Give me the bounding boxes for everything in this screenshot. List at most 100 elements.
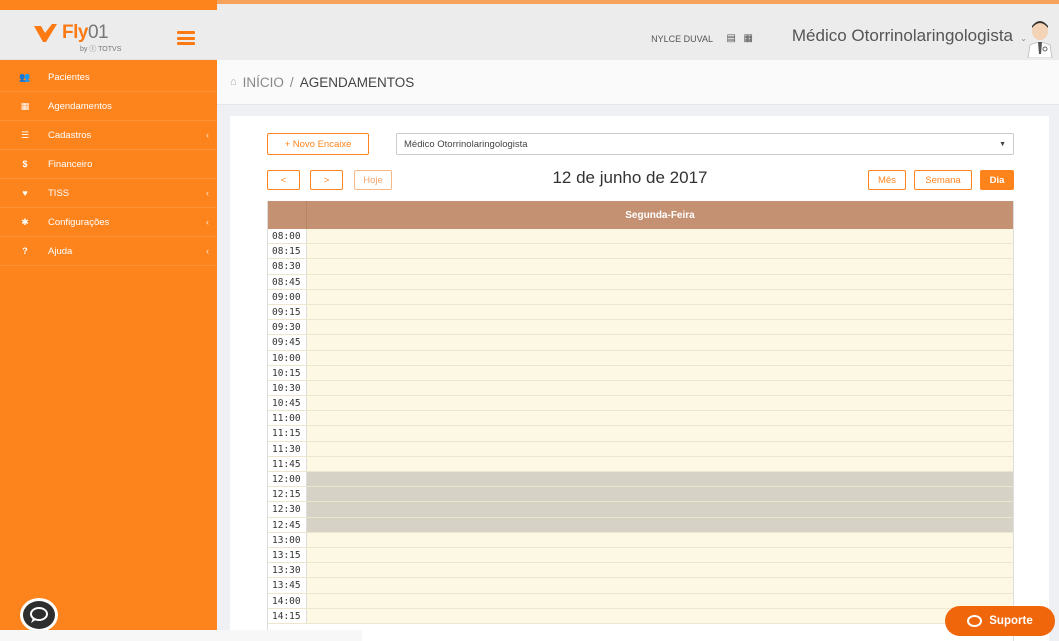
time-slot[interactable] xyxy=(307,350,1013,365)
time-label: 12:15 xyxy=(268,487,307,502)
breadcrumb: ⌂ INÍCIO / AGENDAMENTOS xyxy=(217,60,1059,105)
time-slot[interactable] xyxy=(307,396,1013,411)
time-label: 10:30 xyxy=(268,380,307,396)
chevron-left-icon: ‹ xyxy=(206,130,209,140)
time-slot[interactable] xyxy=(307,411,1013,426)
time-gutter-header xyxy=(268,201,307,229)
id-card-icon[interactable]: ▤ xyxy=(727,33,736,44)
time-slot[interactable] xyxy=(307,426,1013,441)
avatar[interactable] xyxy=(1025,18,1055,58)
dollar-icon: $ xyxy=(22,159,28,169)
sidebar-item-tiss[interactable]: ♥ TISS ‹ xyxy=(0,179,217,208)
chat-icon[interactable] xyxy=(20,598,58,632)
time-slot[interactable] xyxy=(307,593,1013,608)
grid-icon[interactable]: ▦ xyxy=(744,33,753,44)
breadcrumb-home[interactable]: INÍCIO xyxy=(243,75,284,90)
time-label: 09:45 xyxy=(268,335,307,350)
time-label: 10:45 xyxy=(268,396,307,411)
time-slot[interactable] xyxy=(307,274,1013,289)
time-row: 10:30 xyxy=(268,380,1013,397)
profile-selector[interactable]: Médico Otorrinolaringologista xyxy=(792,26,1013,46)
view-month-button[interactable]: Mês xyxy=(868,170,906,190)
sidebar-item-label: Agendamentos xyxy=(48,100,112,112)
time-label: 08:30 xyxy=(268,259,307,274)
new-encaixe-button[interactable]: + Novo Encaixe xyxy=(267,133,369,155)
time-slot[interactable] xyxy=(307,456,1013,471)
time-slot[interactable] xyxy=(307,532,1013,547)
sidebar-item-ajuda[interactable]: ? Ajuda ‹ xyxy=(0,237,217,266)
time-row: 13:45 xyxy=(268,578,1013,594)
time-label: 10:00 xyxy=(268,350,307,365)
time-slot[interactable] xyxy=(307,304,1013,320)
time-row: 14:00 xyxy=(268,593,1013,609)
time-slot[interactable] xyxy=(307,487,1013,502)
time-slot[interactable] xyxy=(307,563,1013,578)
day-calendar: Segunda-Feira 08:00 08:15 08:30 08:45 09:00 0… xyxy=(267,201,1014,641)
list-icon: ☰ xyxy=(20,129,30,140)
time-label: 12:00 xyxy=(268,472,307,487)
time-label: 09:00 xyxy=(268,289,307,304)
next-button[interactable]: > xyxy=(310,170,343,190)
time-row: 13:15 xyxy=(268,547,1013,564)
time-slot[interactable] xyxy=(307,547,1013,563)
view-week-button[interactable]: Semana xyxy=(914,170,972,190)
time-slot[interactable] xyxy=(307,380,1013,396)
breadcrumb-current: AGENDAMENTOS xyxy=(299,74,415,90)
time-label: 12:45 xyxy=(268,517,307,532)
sidebar-item-label: Pacientes xyxy=(48,71,90,83)
time-slot[interactable] xyxy=(307,259,1013,274)
sidebar-item-agendamentos[interactable]: ▦ Agendamentos xyxy=(0,92,217,121)
time-label: 11:45 xyxy=(268,456,307,471)
time-row: 11:00 xyxy=(268,411,1013,427)
time-label: 08:00 xyxy=(268,229,307,244)
time-row: 13:00 xyxy=(268,532,1013,548)
time-row: 12:30 xyxy=(268,502,1013,518)
sidebar-item-financeiro[interactable]: $ Financeiro xyxy=(0,150,217,179)
time-row: 09:45 xyxy=(268,335,1013,351)
day-header: Segunda-Feira xyxy=(307,201,1013,229)
support-button[interactable]: Suporte xyxy=(945,606,1055,636)
date-title: 12 de junho de 2017 xyxy=(552,168,708,187)
sidebar-item-cadastros[interactable]: ☰ Cadastros ‹ xyxy=(0,121,217,150)
doctor-select[interactable]: Médico Otorrinolaringologista ▼ xyxy=(396,133,1014,155)
view-day-button[interactable]: Dia xyxy=(980,170,1014,190)
time-label: 08:15 xyxy=(268,244,307,259)
prev-button[interactable]: < xyxy=(267,170,300,190)
hamburger-menu-icon[interactable] xyxy=(177,31,195,45)
breadcrumb-separator: / xyxy=(289,74,294,90)
time-rows: 08:00 08:15 08:30 08:45 09:00 09:15 09:30 09:45… xyxy=(268,229,1013,624)
time-slot[interactable] xyxy=(307,229,1013,244)
sidebar-item-configuracoes[interactable]: ✱ Configurações ‹ xyxy=(0,208,217,237)
question-icon: ? xyxy=(22,246,28,256)
time-slot[interactable] xyxy=(307,502,1013,517)
time-slot[interactable] xyxy=(307,335,1013,350)
time-label: 14:00 xyxy=(268,593,307,608)
brand-name: Fly01 xyxy=(62,22,109,43)
time-slot[interactable] xyxy=(307,441,1013,456)
brand-logo-icon xyxy=(34,24,57,42)
sidebar-item-label: Cadastros xyxy=(48,129,92,141)
time-label: 10:15 xyxy=(268,365,307,380)
sidebar-item-label: TISS xyxy=(48,187,70,199)
time-row: 12:45 xyxy=(268,517,1013,533)
time-row: 11:30 xyxy=(268,441,1013,457)
home-icon[interactable]: ⌂ xyxy=(230,76,237,88)
time-slot[interactable] xyxy=(307,320,1013,335)
time-slot[interactable] xyxy=(307,578,1013,593)
today-button[interactable]: Hoje xyxy=(354,170,392,190)
time-row: 08:00 xyxy=(268,229,1013,245)
sidebar: Fly01 by ⓣ TOTVS 👥 Pacientes ▦ Agendamentos… xyxy=(0,0,217,641)
time-row: 11:45 xyxy=(268,456,1013,472)
time-slot[interactable] xyxy=(307,365,1013,380)
sidebar-item-pacientes[interactable]: 👥 Pacientes xyxy=(0,63,217,92)
time-row: 12:15 xyxy=(268,487,1013,503)
time-label: 13:30 xyxy=(268,563,307,578)
time-label: 13:15 xyxy=(268,547,307,563)
time-slot[interactable] xyxy=(307,289,1013,304)
time-slot[interactable] xyxy=(307,517,1013,532)
time-slot[interactable] xyxy=(307,472,1013,487)
time-slot[interactable] xyxy=(307,608,1013,623)
time-slot[interactable] xyxy=(307,244,1013,259)
user-name: NYLCE DUVAL xyxy=(651,34,713,44)
time-row: 12:00 xyxy=(268,472,1013,488)
